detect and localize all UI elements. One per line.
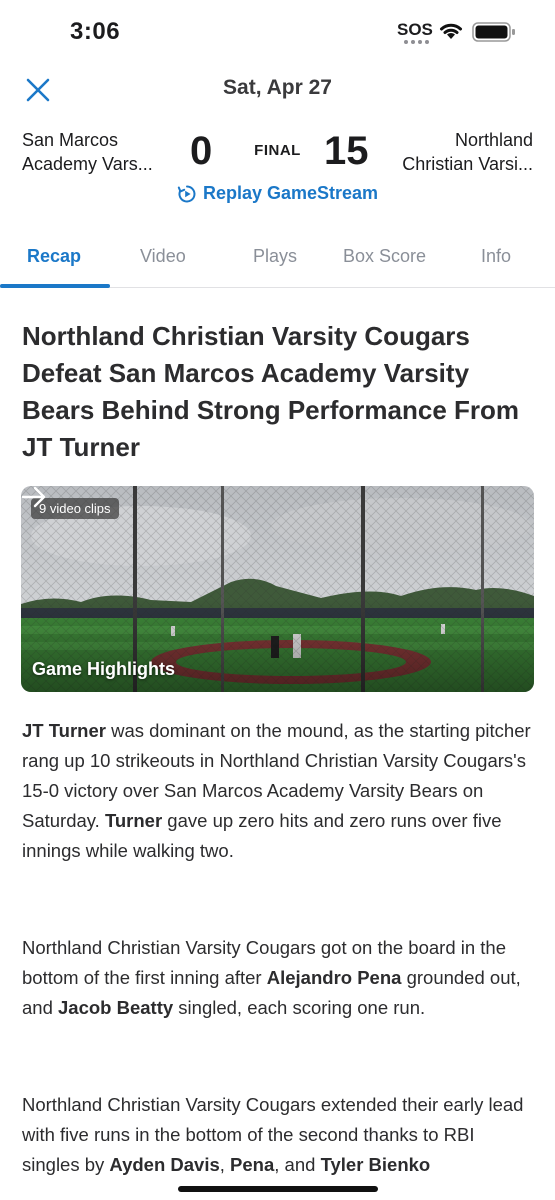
player-name: Ayden Davis <box>109 1154 220 1175</box>
replay-gamestream-link[interactable]: Replay GameStream <box>0 183 555 204</box>
home-team-name[interactable]: Northland Christian Varsi... <box>363 128 533 176</box>
replay-icon <box>177 185 196 202</box>
game-highlights-label: Game Highlights <box>32 659 176 679</box>
sos-indicator: SOS <box>397 20 433 39</box>
paragraph-text: singled, each scoring one run. <box>173 997 426 1018</box>
tab-box-score[interactable]: Box Score <box>343 246 426 267</box>
tab-bar: Recap Video Plays Box Score Info <box>0 230 555 288</box>
arrow-right-icon <box>21 486 46 508</box>
battery-icon <box>472 22 515 42</box>
home-team-line1: Northland <box>454 130 533 150</box>
player-name: Tyler Bienko <box>320 1154 431 1175</box>
paragraph-text: , <box>219 1154 231 1175</box>
wifi-icon <box>440 23 462 39</box>
tab-recap[interactable]: Recap <box>27 246 81 267</box>
home-indicator <box>178 1186 378 1192</box>
article-headline: Northland Christian Varsity Cougars Defe… <box>22 321 519 462</box>
replay-label: Replay GameStream <box>202 183 379 203</box>
tab-plays[interactable]: Plays <box>253 246 297 267</box>
paragraph-text: , and <box>274 1154 321 1175</box>
player-name: Jacob Beatty <box>58 997 174 1018</box>
scoreboard: San Marcos Academy Vars... 0 FINAL 15 No… <box>0 126 555 182</box>
article-paragraph-1: JT Turner was dominant on the mound, as … <box>22 716 537 866</box>
active-tab-indicator <box>0 284 110 288</box>
article-paragraph-3: Northland Christian Varsity Cougars exte… <box>22 1090 537 1180</box>
tab-info[interactable]: Info <box>481 246 511 267</box>
player-name: JT Turner <box>22 720 106 741</box>
player-name: Turner <box>104 810 163 831</box>
game-date: Sat, Apr 27 <box>223 76 332 99</box>
article-paragraph-2: Northland Christian Varsity Cougars got … <box>22 933 537 1023</box>
signal-dots-icon <box>404 40 429 44</box>
home-score: 15 <box>324 129 369 173</box>
game-highlights-card[interactable]: 9 video clips Game Highlights <box>21 486 534 692</box>
tab-video[interactable]: Video <box>140 246 186 267</box>
home-team-line2: Christian Varsi... <box>402 154 533 174</box>
player-name: Alejandro Pena <box>266 967 402 988</box>
player-name: Pena <box>230 1154 275 1175</box>
status-time: 3:06 <box>70 18 121 45</box>
status-bar: 3:06 SOS <box>0 0 555 64</box>
